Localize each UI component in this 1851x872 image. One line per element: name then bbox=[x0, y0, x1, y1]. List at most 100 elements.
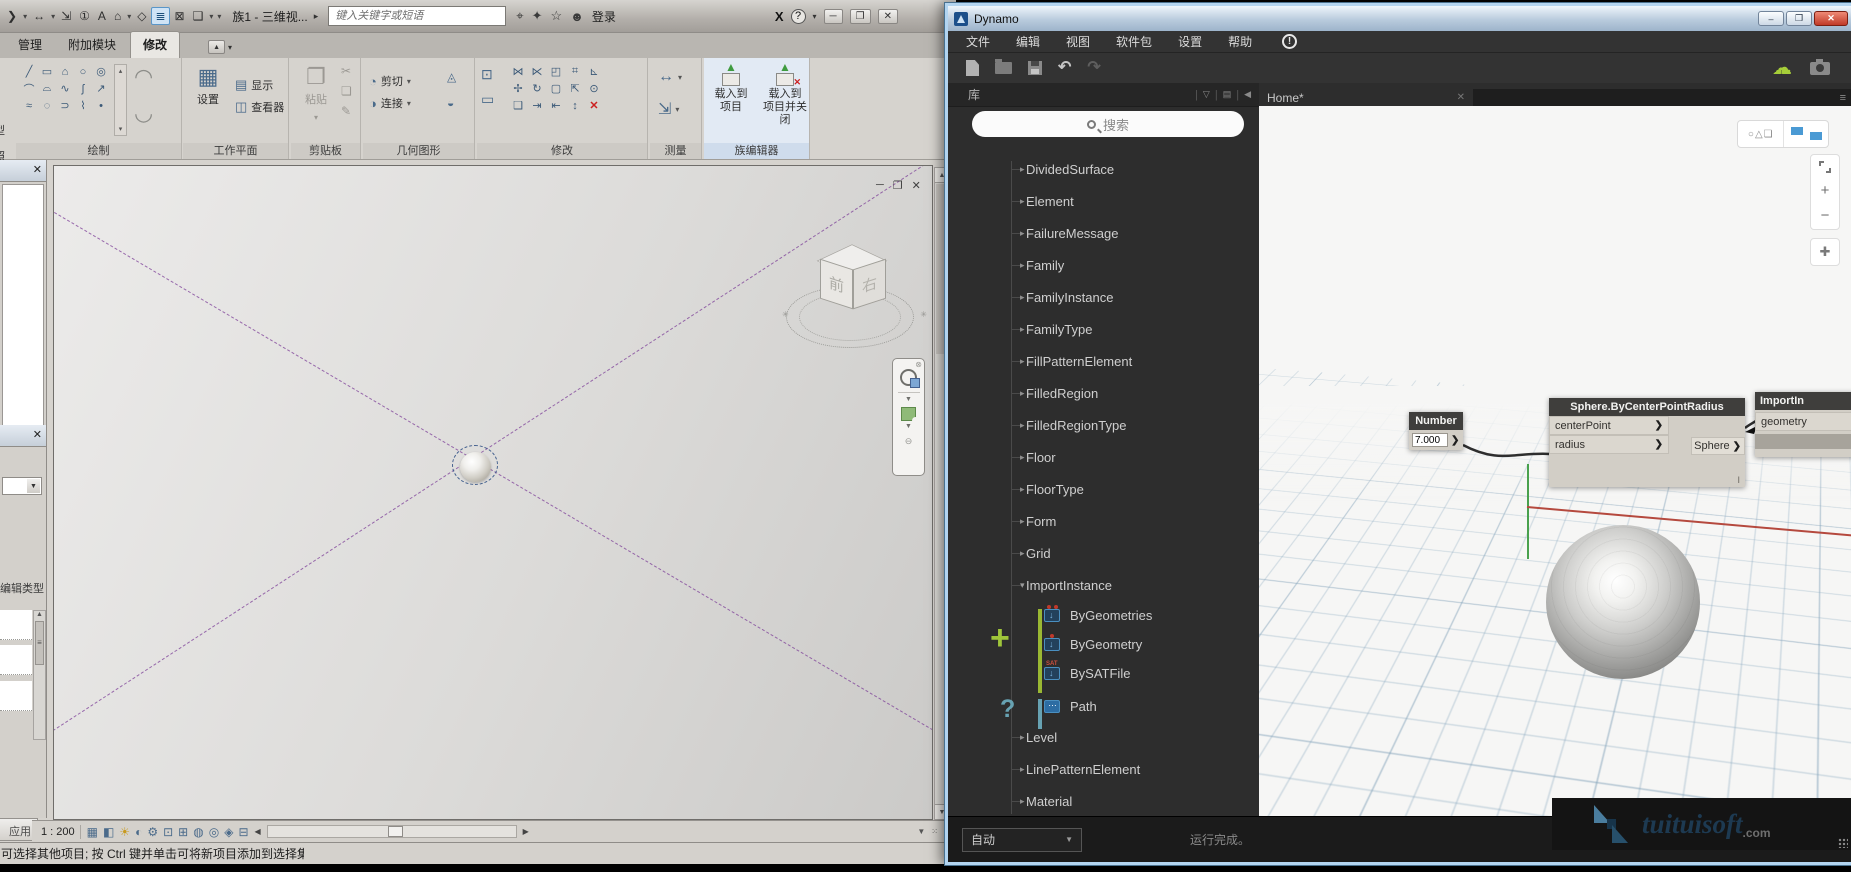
split-element-icon[interactable]: ⊾ bbox=[585, 63, 603, 80]
panel-label-geometry[interactable]: 几何图形 bbox=[363, 143, 474, 159]
tab-manage[interactable]: 管理 bbox=[6, 32, 54, 58]
library-category-linepatternelement[interactable]: LinePatternElement bbox=[948, 753, 1259, 785]
library-category-fillpatternelement[interactable]: FillPatternElement bbox=[948, 345, 1259, 377]
library-item-path[interactable]: Path bbox=[948, 692, 1259, 721]
library-category-filledregion[interactable]: FilledRegion bbox=[948, 377, 1259, 409]
align-icon[interactable]: ⋈ bbox=[509, 63, 527, 80]
array-icon[interactable]: ▢ bbox=[547, 80, 565, 97]
library-category-failuremessage[interactable]: FailureMessage bbox=[948, 217, 1259, 249]
type-selector-combo[interactable]: ▼ bbox=[2, 477, 42, 495]
dynamo-titlebar[interactable]: Dynamo – ❒ ✕ bbox=[948, 6, 1851, 31]
show-constraints-icon[interactable]: ⊟ bbox=[238, 825, 248, 839]
tag-by-category-icon[interactable]: ① bbox=[76, 8, 93, 24]
geometry-view-button[interactable]: ○△❏ bbox=[1738, 121, 1783, 147]
viewcube[interactable]: ✳ ✳ 前 右 bbox=[786, 238, 922, 350]
zoom-caret-icon[interactable]: ▼ bbox=[905, 423, 912, 430]
panel-close-icon[interactable]: ✕ bbox=[33, 163, 42, 176]
node-import-title[interactable]: ImportIn bbox=[1755, 392, 1851, 410]
menu-packages[interactable]: 软件包 bbox=[1116, 33, 1152, 50]
revit-minimize-button[interactable]: ─ bbox=[824, 9, 843, 24]
node-sphere-title[interactable]: Sphere.ByCenterPointRadius bbox=[1549, 398, 1745, 416]
revit-close-button[interactable]: ✕ bbox=[878, 9, 898, 24]
geometry-input-port[interactable]: geometry bbox=[1755, 412, 1851, 431]
dynamo-close-button[interactable]: ✕ bbox=[1814, 11, 1848, 26]
measure-icon[interactable]: ⇲ bbox=[58, 8, 74, 24]
exchange-apps-icon[interactable]: X bbox=[775, 9, 784, 24]
sign-in-button[interactable]: 登录 bbox=[592, 8, 616, 25]
undo-icon[interactable]: ↶ bbox=[1058, 60, 1071, 76]
default-3d-view-icon[interactable]: ⌂ bbox=[111, 8, 124, 24]
rotate-icon[interactable]: ↻ bbox=[528, 80, 546, 97]
copy-to-clipboard-icon[interactable]: ❏ bbox=[341, 84, 352, 98]
node-number-title[interactable]: Number bbox=[1409, 412, 1463, 430]
account-icon[interactable]: ☻ bbox=[570, 9, 584, 24]
draw-tangent-arc-icon[interactable]: ∿ bbox=[56, 80, 74, 97]
trim-multi-icon[interactable]: ↕ bbox=[566, 97, 584, 114]
input-port-row[interactable]: radius ❯ bbox=[1549, 435, 1669, 454]
library-layout-icon[interactable]: ▤ bbox=[1223, 89, 1232, 100]
tab-close-icon[interactable]: ✕ bbox=[1457, 92, 1465, 103]
steering-wheel-icon[interactable] bbox=[900, 369, 917, 386]
view-title-caret-icon[interactable]: ▸ bbox=[314, 11, 319, 22]
navbar-collapse-icon[interactable]: ⊖ bbox=[905, 436, 913, 447]
canvas-horizontal-scrollbar[interactable] bbox=[267, 825, 517, 838]
crop-view-icon[interactable]: ⊡ bbox=[163, 825, 173, 839]
compass-west-mark[interactable]: ✳ bbox=[782, 310, 788, 319]
menu-settings[interactable]: 设置 bbox=[1178, 33, 1202, 50]
thin-lines-icon[interactable]: ≣ bbox=[151, 7, 169, 25]
panel-label-clipboard[interactable]: 剪贴板 bbox=[291, 143, 360, 159]
scroll-left-icon[interactable]: ◀ bbox=[255, 827, 261, 836]
menu-view[interactable]: 视图 bbox=[1066, 33, 1090, 50]
panel-label-measure[interactable]: 测量 bbox=[650, 143, 701, 159]
menu-help[interactable]: 帮助 bbox=[1228, 33, 1252, 50]
view-close-icon[interactable]: ✕ bbox=[912, 179, 921, 192]
pick-3d-faces-icon[interactable]: ◡ bbox=[134, 98, 153, 128]
workplane-viewer-button[interactable]: ◫ 查看器 bbox=[235, 96, 284, 118]
set-workplane-button[interactable]: ▦ 设置 bbox=[185, 62, 231, 107]
draw-center-ends-arc-icon[interactable]: ⌓ bbox=[38, 80, 56, 97]
rendering-dialog-icon[interactable]: ⚙ bbox=[147, 825, 158, 839]
shadows-icon[interactable]: ◐ bbox=[135, 825, 142, 839]
switch-windows-caret[interactable]: ▾ bbox=[208, 11, 214, 22]
scale-icon[interactable]: ⇱ bbox=[566, 80, 584, 97]
draw-partial-ellipse-icon[interactable]: ◌ bbox=[38, 97, 56, 114]
copy-icon[interactable]: ❑ bbox=[509, 97, 527, 114]
cut-geometry-button[interactable]: ◔ 剪切 ▾ bbox=[369, 70, 411, 92]
infocenter-search-input[interactable] bbox=[328, 6, 506, 26]
node-sphere-bycenterpointradius[interactable]: Sphere.ByCenterPointRadius centerPoint ❯… bbox=[1549, 398, 1745, 487]
graph-view-button[interactable] bbox=[1783, 121, 1829, 147]
library-category-grid[interactable]: Grid bbox=[948, 537, 1259, 569]
family-sphere-geometry[interactable] bbox=[460, 452, 491, 482]
qat-overflow-caret[interactable]: ▾ bbox=[22, 11, 28, 22]
dynamo-canvas[interactable]: Number ❯ Sphere.ByCenterPointRadius cent… bbox=[1259, 106, 1851, 816]
paste-button[interactable]: ❐ 粘贴 ▾ bbox=[293, 62, 339, 125]
zoom-fit-icon[interactable] bbox=[1819, 161, 1831, 173]
communication-center-icon[interactable]: ✦ bbox=[532, 8, 543, 24]
help-caret-icon[interactable]: ▾ bbox=[813, 12, 817, 21]
scroll-right-icon[interactable]: ▶ bbox=[523, 827, 529, 836]
temporary-view-properties-icon[interactable]: ◈ bbox=[224, 825, 233, 839]
sun-path-icon[interactable]: ☀ bbox=[119, 825, 130, 839]
draw-ellipse-icon[interactable]: ≈ bbox=[20, 97, 38, 114]
compass-east-mark[interactable]: ✳ bbox=[920, 310, 926, 319]
pick-3d-edges-icon[interactable]: ◠ bbox=[134, 62, 153, 92]
qat-customize-icon[interactable]: ▾ bbox=[216, 11, 222, 22]
tab-modify[interactable]: 修改 bbox=[130, 31, 180, 58]
library-category-dividedsurface[interactable]: DividedSurface bbox=[948, 153, 1259, 185]
tab-menu-icon[interactable]: ≡ bbox=[1840, 92, 1851, 104]
library-category-filledregiontype[interactable]: FilledRegionType bbox=[948, 409, 1259, 441]
export-workspace-cloud-icon[interactable]: ☁ bbox=[1772, 59, 1792, 77]
panel-label-modify[interactable]: 修改 bbox=[477, 143, 647, 159]
view-minimize-icon[interactable]: ─ bbox=[876, 179, 884, 192]
run-mode-dropdown[interactable]: 自动 ▼ bbox=[962, 828, 1082, 852]
trim-single-icon[interactable]: ⇤ bbox=[547, 97, 565, 114]
detail-level-icon[interactable]: ▦ bbox=[87, 825, 98, 839]
draw-spline-icon[interactable]: ↗ bbox=[92, 80, 110, 97]
beam-coping-icon[interactable]: ◒ bbox=[447, 96, 456, 110]
number-value-input[interactable] bbox=[1412, 433, 1448, 447]
menu-edit[interactable]: 编辑 bbox=[1016, 33, 1040, 50]
view-restore-icon[interactable]: ❐ bbox=[893, 179, 903, 192]
view-scale-button[interactable]: 1 : 200 bbox=[36, 825, 81, 839]
library-category-floortype[interactable]: FloorType bbox=[948, 473, 1259, 505]
wheel-caret-icon[interactable]: ▼ bbox=[905, 396, 912, 403]
